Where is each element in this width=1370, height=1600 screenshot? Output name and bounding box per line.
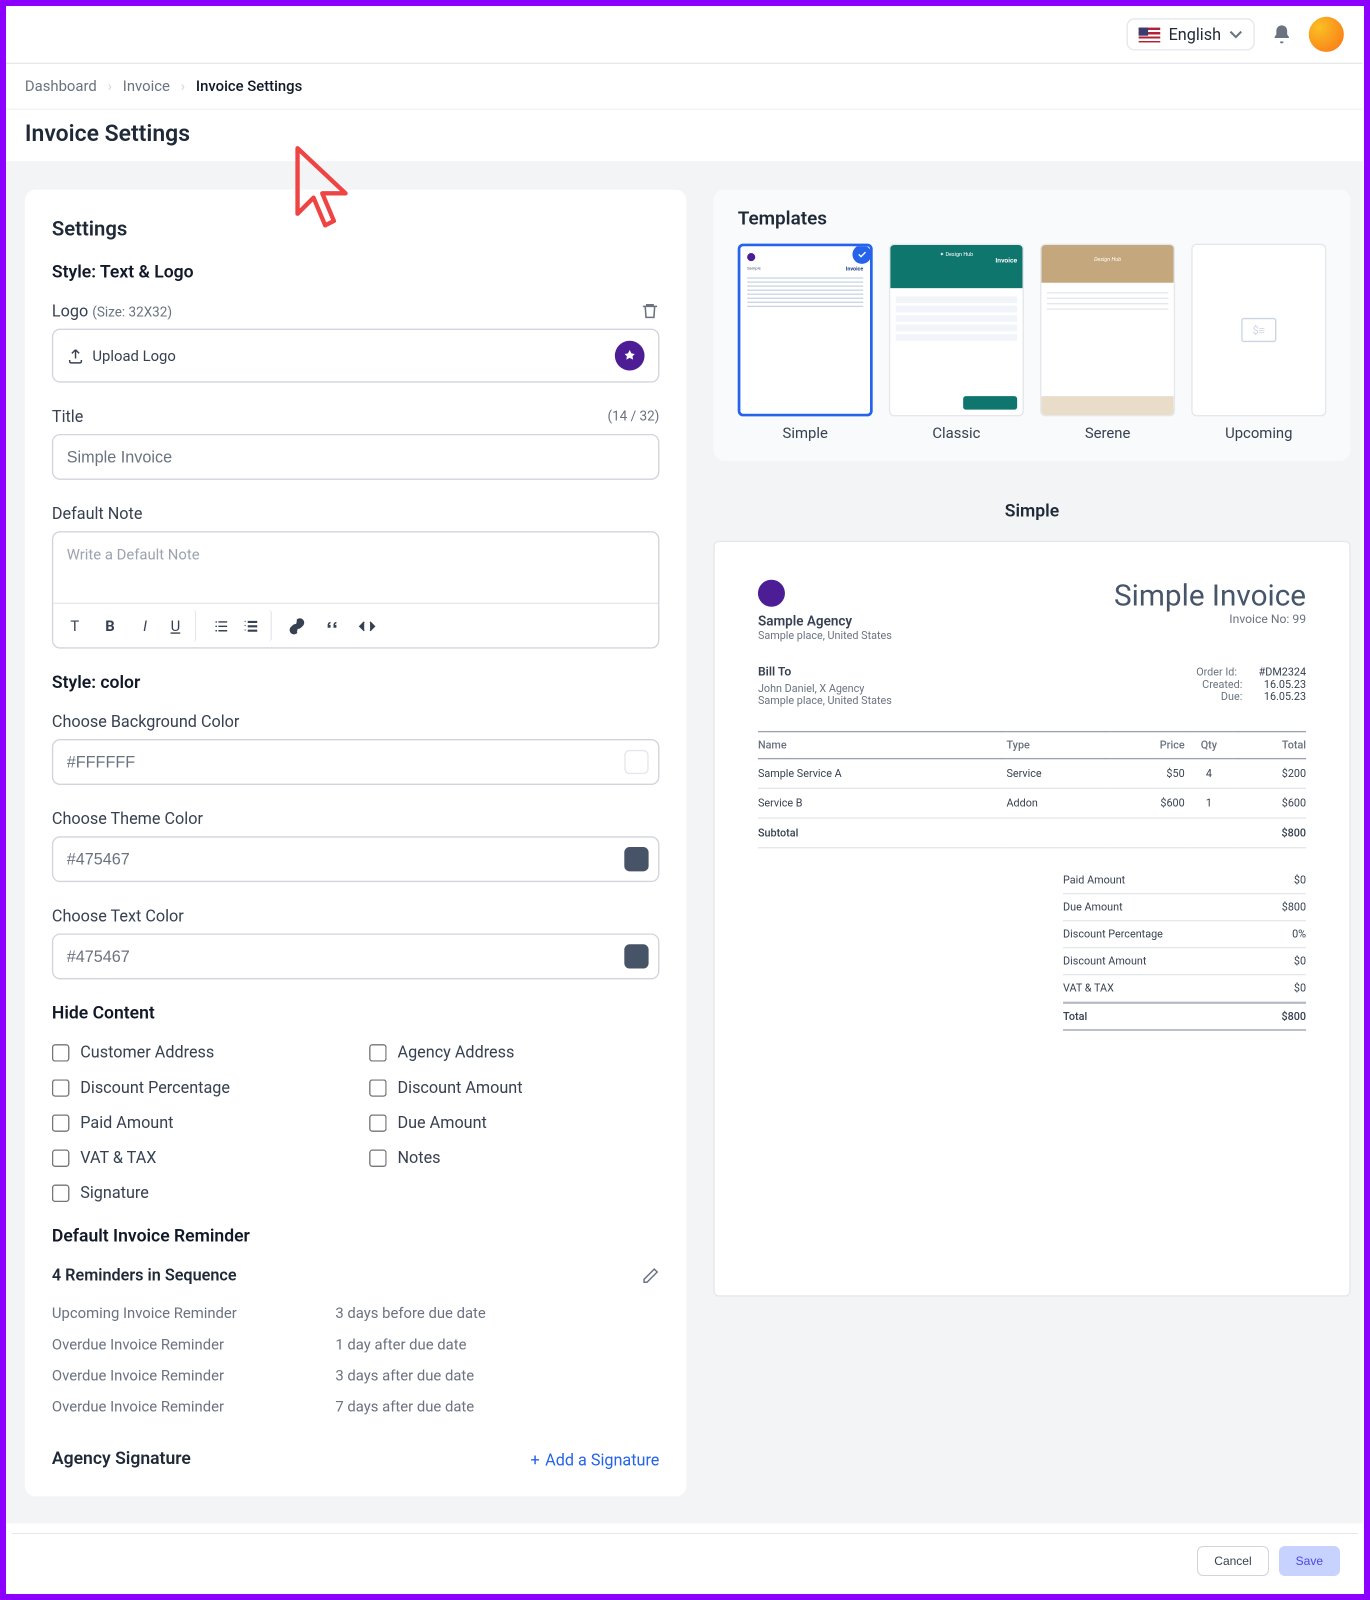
plus-icon: + — [531, 1450, 540, 1469]
avatar[interactable] — [1309, 17, 1344, 52]
table-row: Service BAddon$6001$600 — [758, 788, 1306, 818]
preview-template-name: Simple — [713, 501, 1350, 521]
bg-color-label: Choose Background Color — [52, 712, 240, 731]
style-color-heading: Style: color — [52, 673, 660, 693]
hide-customer-address[interactable]: Customer Address — [52, 1043, 342, 1062]
preview-logo-icon — [758, 580, 785, 607]
page-title: Invoice Settings — [25, 121, 1344, 148]
template-classic[interactable]: ✦ Design HubInvoice Classic — [889, 244, 1024, 442]
style-text-logo-heading: Style: Text & Logo — [52, 263, 660, 283]
note-textarea[interactable]: Write a Default Note — [53, 533, 658, 603]
bell-icon[interactable] — [1271, 24, 1293, 46]
reminder-count: 4 Reminders in Sequence — [52, 1266, 237, 1285]
text-color-label: Choose Text Color — [52, 906, 184, 925]
upload-label: Upload Logo — [92, 347, 175, 365]
breadcrumb-dashboard[interactable]: Dashboard — [25, 78, 97, 96]
bg-color-input[interactable] — [52, 739, 660, 785]
save-button[interactable]: Save — [1279, 1546, 1340, 1576]
templates-heading: Templates — [738, 209, 1327, 231]
table-row: Sample Service AService$504$200 — [758, 759, 1306, 789]
theme-color-swatch[interactable] — [624, 847, 648, 871]
hide-agency-address[interactable]: Agency Address — [369, 1043, 659, 1062]
reminder-heading: Default Invoice Reminder — [52, 1226, 660, 1246]
reminder-row: Overdue Invoice Reminder1 day after due … — [52, 1329, 660, 1360]
note-label: Default Note — [52, 504, 143, 523]
italic-button[interactable]: I — [129, 609, 161, 641]
reminder-row: Overdue Invoice Reminder7 days after due… — [52, 1391, 660, 1422]
bg-color-swatch[interactable] — [624, 750, 648, 774]
edit-icon[interactable] — [642, 1266, 660, 1284]
hide-discount-amount[interactable]: Discount Amount — [369, 1078, 659, 1097]
hide-vat-tax[interactable]: VAT & TAX — [52, 1148, 342, 1167]
hide-signature[interactable]: Signature — [52, 1183, 342, 1202]
us-flag-icon — [1139, 27, 1161, 42]
bold-button[interactable]: B — [94, 609, 126, 641]
theme-color-input[interactable] — [52, 836, 660, 882]
text-color-swatch[interactable] — [624, 944, 648, 968]
signature-heading: Agency Signature — [52, 1449, 191, 1469]
reminder-row: Overdue Invoice Reminder3 days after due… — [52, 1360, 660, 1391]
hide-discount-percentage[interactable]: Discount Percentage — [52, 1078, 342, 1097]
trash-icon[interactable] — [641, 302, 660, 321]
chevron-down-icon — [1229, 28, 1243, 42]
hide-due-amount[interactable]: Due Amount — [369, 1113, 659, 1132]
breadcrumb: Dashboard › Invoice › Invoice Settings — [6, 64, 1363, 110]
title-counter: (14 / 32) — [607, 409, 659, 424]
template-simple[interactable]: SampleInvoice Simple — [738, 244, 873, 442]
template-upcoming: $≡ Upcoming — [1191, 244, 1326, 442]
add-signature-button[interactable]: + Add a Signature — [531, 1450, 660, 1469]
breadcrumb-current: Invoice Settings — [196, 78, 302, 96]
check-icon — [852, 245, 871, 264]
breadcrumb-invoice[interactable]: Invoice — [123, 78, 170, 96]
chevron-right-icon: › — [108, 78, 112, 96]
underline-button[interactable]: U — [164, 609, 196, 641]
placeholder-icon: $≡ — [1241, 318, 1276, 342]
hide-content-heading: Hide Content — [52, 1004, 660, 1024]
bullet-list-button[interactable] — [204, 609, 236, 641]
language-select[interactable]: English — [1127, 18, 1255, 50]
quote-button[interactable] — [315, 609, 347, 641]
template-serene[interactable]: Design Hub Serene — [1040, 244, 1175, 442]
text-color-input[interactable] — [52, 933, 660, 979]
chevron-right-icon: › — [181, 78, 185, 96]
cursor-annotation-icon — [290, 141, 364, 241]
text-style-button[interactable]: T — [59, 609, 91, 641]
upload-logo-button[interactable]: Upload Logo — [67, 347, 176, 365]
logo-hint: (Size: 32X32) — [92, 306, 172, 321]
logo-label: Logo — [52, 302, 88, 321]
hide-paid-amount[interactable]: Paid Amount — [52, 1113, 342, 1132]
reminder-row: Upcoming Invoice Reminder3 days before d… — [52, 1298, 660, 1329]
hide-notes[interactable]: Notes — [369, 1148, 659, 1167]
logo-preview — [615, 341, 645, 371]
ordered-list-button[interactable] — [240, 609, 272, 641]
code-button[interactable] — [350, 609, 382, 641]
title-label: Title — [52, 407, 83, 426]
link-button[interactable] — [280, 609, 312, 641]
language-label: English — [1169, 25, 1221, 44]
upload-icon — [67, 347, 85, 365]
invoice-preview: Sample Agency Sample place, United State… — [713, 541, 1350, 1297]
title-input[interactable] — [52, 434, 660, 480]
theme-color-label: Choose Theme Color — [52, 809, 203, 828]
cancel-button[interactable]: Cancel — [1197, 1546, 1268, 1576]
